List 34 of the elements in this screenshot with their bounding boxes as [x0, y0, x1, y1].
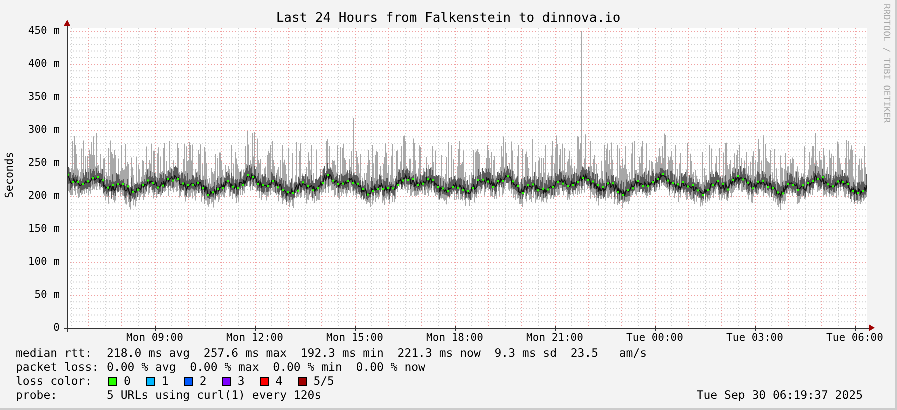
probe-text: 5 URLs using curl(1) every 120s	[107, 388, 322, 402]
y-tick-label: 300 m	[27, 124, 60, 136]
x-tick-label: Mon 15:00	[326, 332, 384, 344]
y-tick-label: 0	[52, 322, 60, 334]
credit-text: RRDTOOL / TOBI OETIKER	[881, 4, 891, 124]
legend-label: loss color:	[16, 374, 94, 388]
y-tick-label: 200 m	[27, 190, 60, 202]
y-tick-label: 250 m	[27, 157, 60, 169]
y-tick-label: 150 m	[27, 223, 60, 235]
loss-level-label: 0	[124, 374, 131, 388]
x-tick-label: Mon 21:00	[526, 332, 584, 344]
x-tick-label: Mon 09:00	[126, 332, 184, 344]
y-tick-label: 100 m	[27, 256, 60, 268]
legend-label: packet loss:	[16, 360, 100, 374]
timestamp: Tue Sep 30 06:19:37 2025	[696, 388, 863, 402]
y-axis-title: Seconds	[4, 152, 16, 198]
x-tick-label: Tue 03:00	[726, 332, 784, 344]
packet-loss-stats: 0.00 % avg 0.00 % max 0.00 % min 0.00 % now	[107, 360, 426, 374]
x-tick-label: Mon 12:00	[226, 332, 284, 344]
x-tick-label: Mon 18:00	[426, 332, 484, 344]
loss-level-label: 4	[276, 374, 283, 388]
x-tick-label: Tue 00:00	[626, 332, 684, 344]
x-tick-label: Tue 06:00	[826, 332, 884, 344]
legend-label: probe:	[16, 388, 59, 402]
y-tick-label: 400 m	[27, 58, 60, 70]
loss-level-label: 5/5	[314, 374, 334, 388]
loss-level-label: 1	[162, 374, 169, 388]
y-tick-label: 450 m	[27, 25, 60, 37]
y-tick-label: 50 m	[34, 289, 60, 301]
y-tick-label: 350 m	[27, 91, 60, 103]
legend-label: median rtt:	[16, 346, 94, 360]
loss-level-label: 3	[238, 374, 245, 388]
median-rtt-stats: 218.0 ms avg 257.6 ms max 192.3 ms min 221.3 ms now 9.3 ms sd 23.5 am/s	[107, 346, 648, 360]
loss-level-label: 2	[200, 374, 207, 388]
